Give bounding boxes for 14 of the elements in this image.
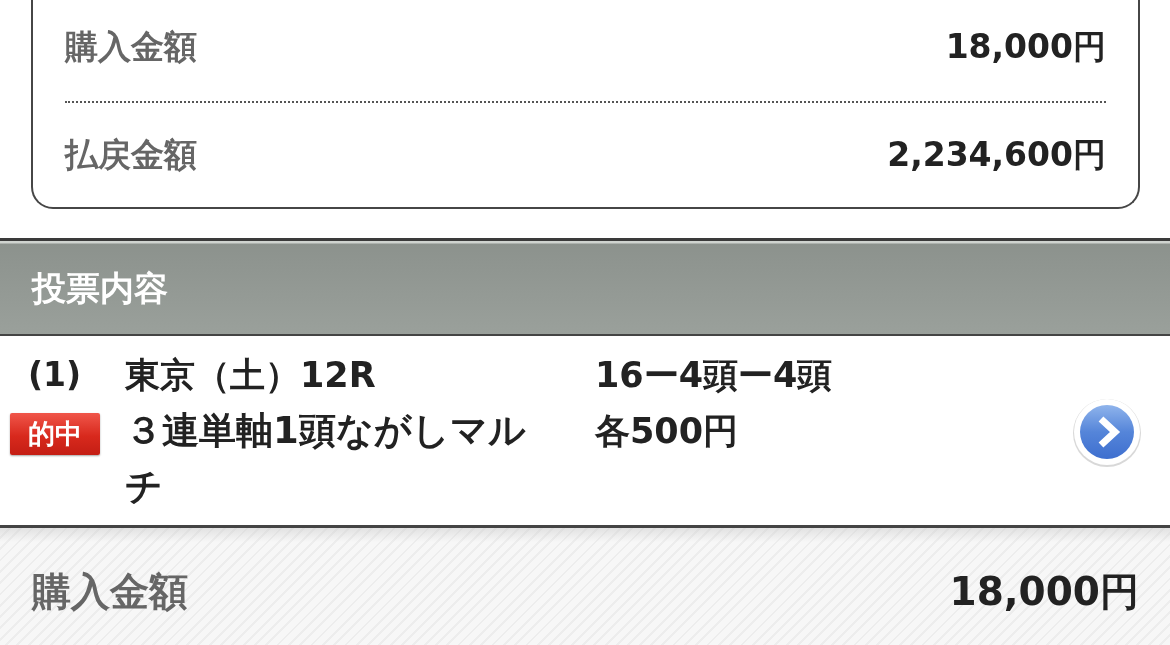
chevron-right-icon[interactable] xyxy=(1072,398,1142,468)
bet-stake: 各500円 xyxy=(595,410,739,453)
summary-label: 購入金額 xyxy=(65,26,197,68)
bet-number: (1) xyxy=(27,354,82,396)
summary-value: 18,000円 xyxy=(945,26,1106,68)
summary-value: 2,234,600円 xyxy=(887,134,1106,176)
section-title: 投票内容 xyxy=(32,266,168,310)
race-name: 東京（土）12R xyxy=(125,354,376,397)
total-value: 18,000円 xyxy=(949,568,1139,616)
bet-type: ３連単軸1頭ながしマルチ xyxy=(125,408,527,510)
bet-combination: 16ー4頭ー4頭 xyxy=(595,354,833,397)
result-badge: 的中 xyxy=(10,413,100,455)
summary-label: 払戻金額 xyxy=(65,134,197,176)
total-label: 購入金額 xyxy=(32,568,188,616)
